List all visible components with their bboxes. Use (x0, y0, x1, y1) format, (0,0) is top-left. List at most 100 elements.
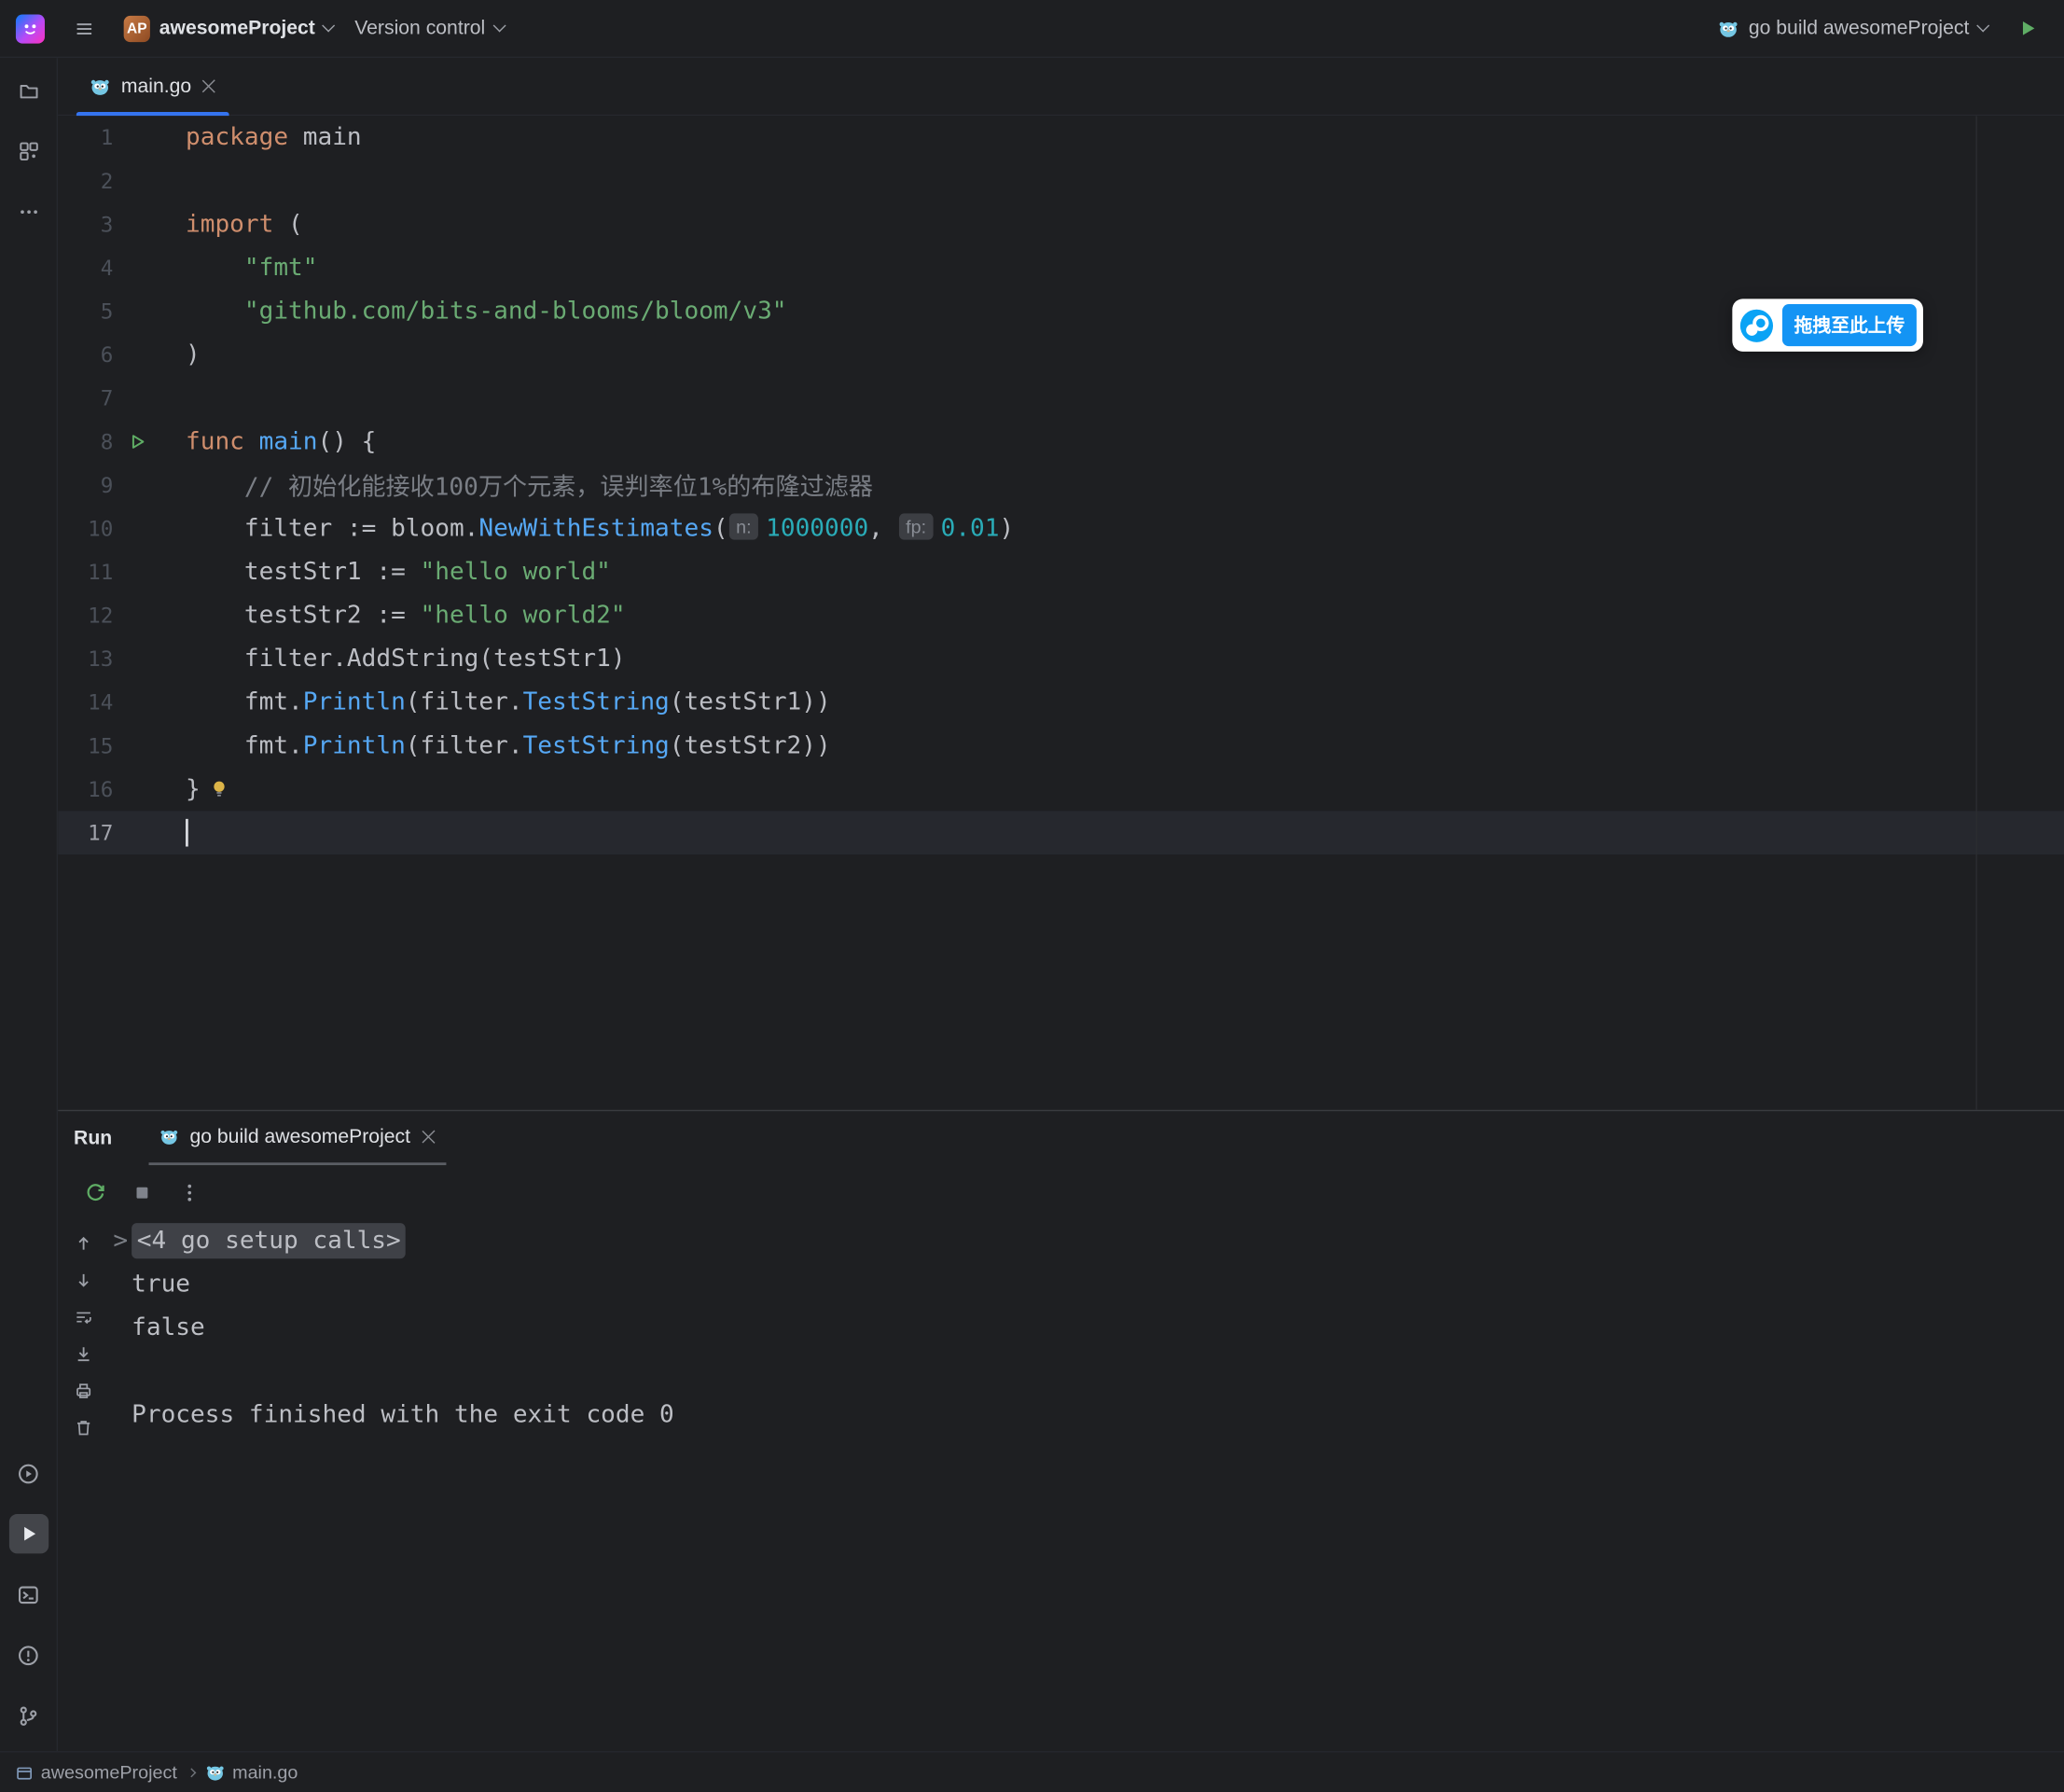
code-line[interactable]: 7 (58, 377, 2064, 421)
project-selector[interactable]: AP awesomeProject (124, 15, 334, 41)
line-number[interactable]: 11 (58, 560, 113, 585)
folded-output-chip[interactable]: <4 go setup calls> (132, 1223, 406, 1258)
more-icon (18, 201, 39, 223)
gopher-icon (1718, 18, 1739, 39)
close-run-tab-icon[interactable] (421, 1130, 436, 1145)
upload-overlay[interactable]: 拖拽至此上传 (1732, 299, 1923, 351)
console-output-text: true (132, 1271, 190, 1299)
parameter-hint: fp: (899, 513, 933, 539)
run-tab-label: go build awesomeProject (189, 1126, 410, 1148)
run-tool-window: Run go build awesomeProject (58, 1110, 2064, 1751)
breadcrumb-project[interactable]: awesomeProject (16, 1761, 177, 1783)
gopher-icon (159, 1127, 179, 1146)
console-lines: ><4 go setup calls> true false Process fini… (58, 1219, 2064, 1437)
project-avatar: AP (124, 15, 150, 41)
breadcrumb-file[interactable]: main.go (204, 1761, 298, 1783)
app-logo-face-icon (22, 21, 38, 36)
text-caret (186, 818, 188, 846)
run-icon (18, 1523, 39, 1545)
line-number[interactable]: 14 (58, 690, 113, 715)
stop-button[interactable] (126, 1176, 158, 1208)
console-line: ><4 go setup calls> (58, 1219, 2064, 1263)
structure-tool-button[interactable] (8, 132, 48, 171)
run-gutter-icon[interactable] (113, 433, 186, 450)
run-tab[interactable]: go build awesomeProject (149, 1111, 446, 1165)
code-text: testStr2 := "hello world2" (186, 602, 626, 630)
code-line[interactable]: 3import ( (58, 202, 2064, 246)
code-text (186, 818, 188, 847)
code-line[interactable]: 13 filter.AddString(testStr1) (58, 637, 2064, 681)
terminal-tool-button[interactable] (8, 1575, 48, 1614)
toolbar-left-group: AP awesomeProject Version control (16, 10, 504, 48)
stop-icon (132, 1182, 153, 1203)
line-number[interactable]: 15 (58, 733, 113, 758)
line-number[interactable]: 9 (58, 473, 113, 498)
close-tab-icon[interactable] (201, 79, 216, 94)
line-number[interactable]: 17 (58, 820, 113, 845)
netdisk-icon (1738, 308, 1774, 343)
code-line[interactable]: 2 (58, 160, 2064, 203)
run-tool-window-header: Run go build awesomeProject (58, 1111, 2064, 1165)
line-number[interactable]: 5 (58, 299, 113, 324)
line-number[interactable]: 13 (58, 646, 113, 672)
main-toolbar: AP awesomeProject Version control go bui… (0, 0, 2064, 58)
code-line[interactable]: 15 fmt.Println(filter.TestString(testStr… (58, 724, 2064, 768)
version-control-tool-button[interactable] (8, 1696, 48, 1735)
line-number[interactable]: 4 (58, 256, 113, 281)
code-line[interactable]: 11 testStr1 := "hello world" (58, 550, 2064, 594)
terminal-icon (17, 1583, 39, 1605)
code-line[interactable]: 16} (58, 768, 2064, 812)
run-panel-title: Run (74, 1127, 112, 1149)
console-options-button[interactable] (173, 1176, 205, 1208)
line-number[interactable]: 6 (58, 342, 113, 368)
rerun-button[interactable] (79, 1176, 111, 1208)
upload-drop-button[interactable]: 拖拽至此上传 (1782, 304, 1917, 346)
line-number[interactable]: 2 (58, 169, 113, 194)
line-number[interactable]: 7 (58, 386, 113, 411)
run-play-icon (2017, 19, 2037, 38)
code-line[interactable]: 14 fmt.Println(filter.TestString(testStr… (58, 681, 2064, 725)
gopher-icon (204, 1762, 224, 1782)
status-bar: awesomeProject main.go (0, 1751, 2064, 1792)
project-tool-button[interactable] (8, 71, 48, 110)
line-number[interactable]: 3 (58, 212, 113, 237)
line-number[interactable]: 12 (58, 603, 113, 628)
code-line[interactable]: 17 (58, 811, 2064, 854)
code-line[interactable]: 8func main() { (58, 420, 2064, 464)
console-line: false (58, 1306, 2064, 1350)
run-button[interactable] (2009, 10, 2046, 48)
line-number[interactable]: 16 (58, 777, 113, 802)
activity-bar-top (8, 71, 48, 231)
tab-main-go[interactable]: main.go (74, 58, 232, 115)
version-control-label: Version control (354, 17, 485, 39)
chevron-right-icon (187, 1768, 196, 1777)
activity-bar (0, 58, 58, 1751)
line-number[interactable]: 1 (58, 125, 113, 150)
console-line: Process finished with the exit code 0 (58, 1393, 2064, 1437)
code-lines: 1package main23import (4 "fmt"5 "github.… (58, 116, 2064, 854)
code-text: } (186, 775, 228, 803)
module-icon (16, 1764, 33, 1781)
folder-icon (18, 80, 39, 102)
console[interactable]: ><4 go setup calls> true false Process fini… (58, 1219, 2064, 1751)
tab-label: main.go (121, 75, 191, 97)
more-tool-windows-button[interactable] (8, 192, 48, 231)
line-number[interactable]: 8 (58, 429, 113, 454)
fold-arrow-icon[interactable]: > (113, 1219, 128, 1263)
code-line[interactable]: 9 // 初始化能接收100万个元素，误判率位1%的布隆过滤器 (58, 464, 2064, 507)
line-number[interactable]: 10 (58, 516, 113, 541)
code-line[interactable]: 1package main (58, 116, 2064, 160)
services-tool-button[interactable] (8, 1453, 48, 1493)
run-tool-window-button[interactable] (8, 1514, 48, 1553)
code-line[interactable]: 4 "fmt" (58, 246, 2064, 290)
code-editor[interactable]: 1package main23import (4 "fmt"5 "github.… (58, 116, 2064, 1110)
problems-tool-button[interactable] (8, 1635, 48, 1674)
version-control-menu[interactable]: Version control (354, 17, 504, 39)
hamburger-menu-button[interactable] (66, 10, 104, 48)
code-line[interactable]: 10 filter := bloom.NewWithEstimates(n:10… (58, 507, 2064, 550)
code-line[interactable]: 12 testStr2 := "hello world2" (58, 594, 2064, 638)
run-configuration-selector[interactable]: go build awesomeProject (1718, 17, 1988, 39)
app-logo[interactable] (16, 14, 45, 43)
chevron-down-icon (1976, 20, 1989, 33)
intention-bulb-icon[interactable] (211, 780, 228, 799)
